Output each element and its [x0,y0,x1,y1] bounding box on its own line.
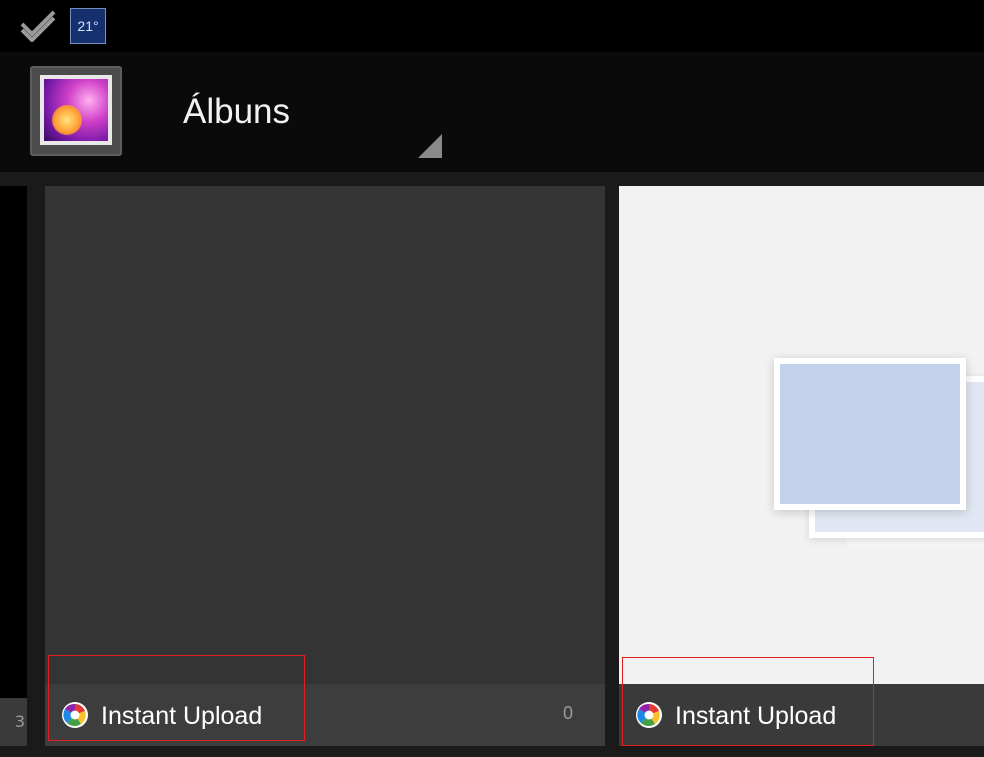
check-notification-icon [20,10,56,42]
placeholder-photo-front [774,358,966,510]
album-footer: 3 [0,698,27,746]
highlight-box-2 [622,657,874,746]
album-tile-partial[interactable]: 3 [0,186,27,746]
album-count: 0 [562,703,573,723]
weather-icon: 21° [70,8,106,44]
highlight-box-1 [48,655,305,741]
status-bar: 21° [0,0,984,52]
weather-temperature: 21° [77,18,99,34]
gallery-icon[interactable] [30,66,122,156]
album-count: 3 [14,712,25,731]
gallery-icon-frame [40,75,112,145]
gallery-icon-picture [44,79,108,141]
dropdown-corner-icon[interactable] [418,134,442,158]
page-title[interactable]: Álbuns [183,92,290,132]
action-bar: Álbuns [0,52,984,172]
